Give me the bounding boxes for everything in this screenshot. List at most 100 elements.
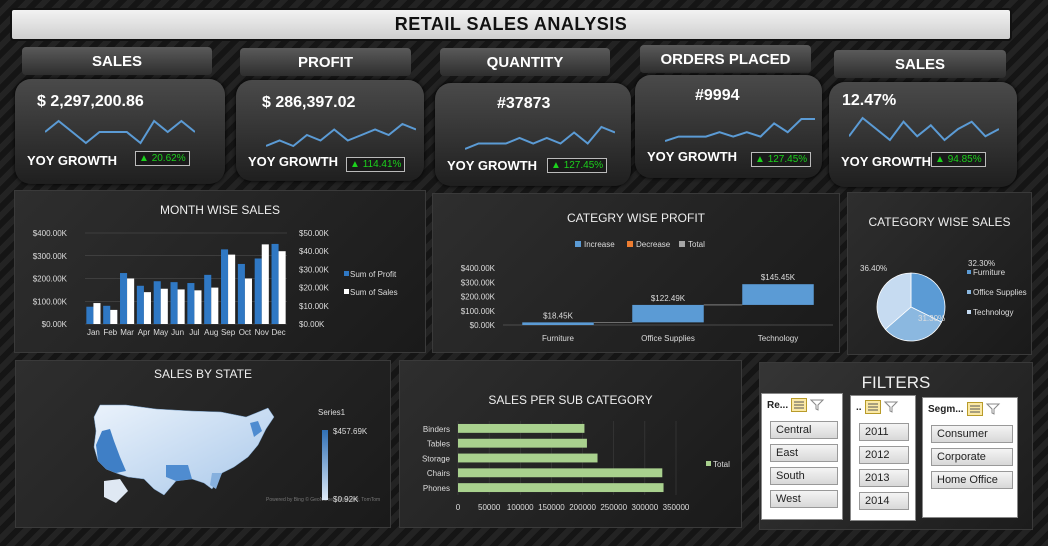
kpi-header-sales-margin: SALES xyxy=(834,50,1006,78)
bar-profit xyxy=(120,273,128,324)
y2-tick-label: $20.00K xyxy=(299,284,329,293)
bar-sales xyxy=(194,290,202,324)
clear-filter-icon[interactable] xyxy=(883,400,900,414)
x-tick-label: Apr xyxy=(138,328,151,337)
y-tick-label: Chairs xyxy=(427,469,450,478)
bar-profit xyxy=(254,258,262,324)
x-tick-label: 50000 xyxy=(478,503,501,512)
x-tick-label: Oct xyxy=(239,328,252,337)
x-tick-label: 350000 xyxy=(663,503,690,512)
kpi-yoy-badge: ▲ 127.45% xyxy=(751,152,812,167)
kpi-yoy-label: YOY GROWTH xyxy=(841,154,932,169)
slicer-item-south[interactable]: South xyxy=(770,467,838,485)
bar-sales xyxy=(110,309,118,324)
bar-profit xyxy=(103,305,111,324)
bar xyxy=(458,468,663,478)
dashboard-title: RETAIL SALES ANALYSIS xyxy=(10,8,1012,41)
bar-sales xyxy=(93,303,101,324)
bar-sales xyxy=(228,254,236,324)
y-tick-label: Phones xyxy=(423,484,450,493)
kpi-yoy-value: 114.41% xyxy=(362,159,402,170)
x-tick-label: Sep xyxy=(221,328,236,337)
category-sales-panel: CATEGORY WISE SALES 32.30% 31.30% 36.40% Fu… xyxy=(847,192,1032,355)
y-tick-label: $400.00K xyxy=(461,264,496,273)
triangle-up-icon: ▲ xyxy=(350,159,360,170)
kpi-header-profit: PROFIT xyxy=(240,48,411,76)
kpi-yoy-value: 127.45% xyxy=(767,154,808,165)
x-tick-label: 200000 xyxy=(569,503,596,512)
x-tick-label: Aug xyxy=(204,328,218,337)
kpi-value: $ 2,297,200.86 xyxy=(37,93,144,110)
kpi-yoy-value: 127.45% xyxy=(563,160,604,171)
triangle-up-icon: ▲ xyxy=(139,153,149,164)
sales-per-sub-category-chart: 0 50000 100000 150000 200000 250000 300000 3500… xyxy=(422,421,730,512)
slicer-header: .. xyxy=(851,396,915,418)
slicer-item-2013[interactable]: 2013 xyxy=(859,469,909,487)
kpi-value: $ 286,397.02 xyxy=(262,94,356,111)
map-legend-min: $0.92K xyxy=(333,495,359,504)
legend-swatch xyxy=(627,241,633,247)
bar-profit xyxy=(204,274,212,324)
us-state-map[interactable]: Powered by Bing © GeoNames, Microsoft, T… xyxy=(16,361,390,527)
slicer-item-corporate[interactable]: Corporate xyxy=(931,448,1013,466)
slicer-header: Re... xyxy=(762,394,842,416)
clear-filter-icon[interactable] xyxy=(985,402,1002,416)
x-tick-label: Jul xyxy=(189,328,199,337)
y-tick-label: $0.00K xyxy=(470,321,496,330)
y-tick-label: $200.00K xyxy=(461,293,496,302)
bar-profit xyxy=(136,285,144,324)
y-tick-label: $300.00K xyxy=(33,252,68,261)
x-tick-label: 150000 xyxy=(538,503,565,512)
bar-profit xyxy=(221,249,229,324)
bar-profit xyxy=(187,283,195,324)
category-profit-chart: $0.00K $100.00K $200.00K $300.00K $400.00K In… xyxy=(461,240,833,343)
slicer-item-east[interactable]: East xyxy=(770,444,838,462)
sales-by-state-panel: SALES BY STATE Powered by Bing © GeoName… xyxy=(15,360,391,528)
slicer-item-west[interactable]: West xyxy=(770,490,838,508)
bar-sales xyxy=(211,287,219,324)
slicer-item-2014[interactable]: 2014 xyxy=(859,492,909,510)
y2-tick-label: $40.00K xyxy=(299,247,329,256)
y-tick-label: Binders xyxy=(423,425,450,434)
y2-tick-label: $50.00K xyxy=(299,229,329,238)
slicer-item-central[interactable]: Central xyxy=(770,421,838,439)
kpi-sparkline xyxy=(849,116,999,142)
kpi-yoy-value: 94.85% xyxy=(947,154,982,165)
bar-sales xyxy=(143,292,151,324)
bar-sales xyxy=(160,288,168,324)
x-tick-label: Mar xyxy=(120,328,134,337)
x-tick-label: 0 xyxy=(456,503,461,512)
slicer-item-2011[interactable]: 2011 xyxy=(859,423,909,441)
y-tick-label: $400.00K xyxy=(33,229,68,238)
multi-select-icon[interactable] xyxy=(791,398,808,412)
x-tick-label: Office Supplies xyxy=(641,334,695,343)
alaska-shape[interactable] xyxy=(104,479,128,503)
data-label: $122.49K xyxy=(651,294,686,303)
legend-swatch xyxy=(967,270,971,274)
x-tick-label: 250000 xyxy=(600,503,627,512)
slicer-item-consumer[interactable]: Consumer xyxy=(931,425,1013,443)
kpi-header-quantity: QUANTITY xyxy=(440,48,610,76)
kpi-sparkline xyxy=(465,125,615,150)
multi-select-icon[interactable] xyxy=(864,400,881,414)
slicer-item-home-office[interactable]: Home Office xyxy=(931,471,1013,489)
data-label: $145.45K xyxy=(761,273,796,282)
slicer-item-2012[interactable]: 2012 xyxy=(859,446,909,464)
multi-select-icon[interactable] xyxy=(966,402,983,416)
slicer-header: Segm... xyxy=(923,398,1017,420)
x-tick-label: 300000 xyxy=(632,503,659,512)
waterfall-bar xyxy=(742,284,814,305)
y-tick-label: $0.00K xyxy=(42,320,68,329)
y2-tick-label: $10.00K xyxy=(299,302,329,311)
month-wise-sales-chart: $0.00K $100.00K $200.00K $300.00K $400.00K $0… xyxy=(33,229,398,337)
bar-profit xyxy=(237,263,245,324)
legend-swatch xyxy=(575,241,581,247)
triangle-up-icon: ▲ xyxy=(935,154,945,165)
kpi-yoy-label: YOY GROWTH xyxy=(27,153,118,168)
legend-swatch xyxy=(967,290,971,294)
waterfall-bar xyxy=(522,322,594,325)
legend-label: Decrease xyxy=(636,240,671,249)
clear-filter-icon[interactable] xyxy=(809,398,826,412)
kpi-sparkline xyxy=(266,122,416,148)
y-tick-label: $100.00K xyxy=(461,307,496,316)
